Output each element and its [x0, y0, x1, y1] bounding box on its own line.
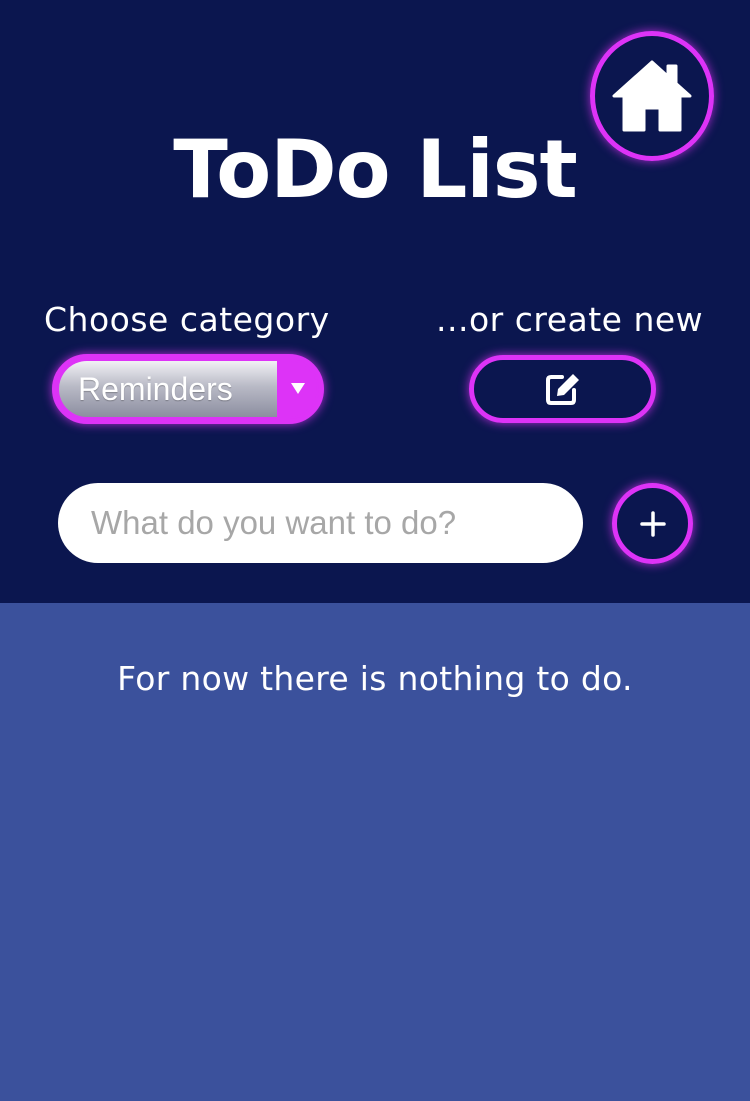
choose-category-label: Choose category — [44, 300, 330, 339]
plus-icon — [639, 510, 666, 537]
category-select-field[interactable]: Reminders — [59, 361, 277, 417]
page-title: ToDo List — [173, 123, 577, 216]
empty-list-message: For now there is nothing to do. — [117, 659, 633, 698]
category-selected-value: Reminders — [78, 371, 233, 407]
category-dropdown-toggle[interactable] — [279, 361, 317, 417]
add-todo-button[interactable] — [612, 483, 693, 564]
header-panel: ToDo List Choose category ...or create n… — [0, 0, 750, 603]
edit-icon — [545, 374, 579, 405]
create-category-label: ...or create new — [436, 300, 704, 339]
triangle-down-icon — [291, 383, 305, 394]
category-select[interactable]: Reminders — [52, 354, 324, 424]
create-category-button[interactable] — [469, 355, 656, 423]
todo-input[interactable] — [58, 483, 583, 563]
